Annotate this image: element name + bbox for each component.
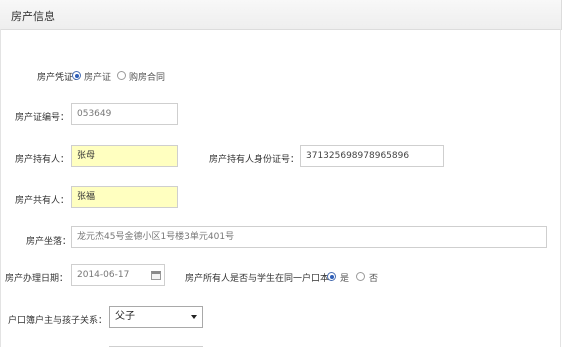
same-household-radio-no[interactable]: [356, 272, 365, 281]
certificate-type-option-property-cert: 房产证: [84, 73, 112, 83]
issue-date-label: 房产办理日期：: [5, 274, 69, 284]
chevron-down-icon[interactable]: [191, 315, 197, 319]
certificate-number-label: 房产证编号：: [15, 113, 70, 123]
certificate-number-input[interactable]: 053649: [71, 103, 178, 125]
certificate-type-option-purchase-contract: 购房合同: [129, 73, 166, 83]
panel-title: 房产信息: [11, 10, 55, 23]
same-household-option-no: 否: [369, 274, 379, 284]
co-owner-input[interactable]: 张福: [71, 186, 178, 208]
same-household-option-yes: 是: [340, 274, 350, 284]
location-label: 房产坐落：: [26, 237, 72, 247]
same-household-radio-yes[interactable]: [327, 272, 336, 281]
panel-header: 房产信息: [0, 0, 562, 30]
holder-id-input[interactable]: 371325698978965896: [300, 145, 444, 167]
holder-id-label: 房产持有人身份证号：: [209, 155, 300, 165]
holder-input[interactable]: 张母: [71, 145, 178, 167]
co-owner-label: 房产共有人：: [15, 196, 70, 206]
holder-label: 房产持有人：: [15, 155, 70, 165]
same-household-label: 房产所有人是否与学生在同一户口本：: [185, 274, 339, 284]
calendar-icon[interactable]: [151, 271, 161, 280]
certificate-type-radio-purchase-contract[interactable]: [117, 71, 126, 80]
relation-select[interactable]: 父子: [109, 306, 203, 328]
relation-label: 户口簿户主与孩子关系：: [8, 316, 108, 326]
location-input[interactable]: 龙元杰45号金德小区1号楼3单元401号: [71, 226, 547, 248]
certificate-type-radio-property-cert[interactable]: [72, 71, 81, 80]
